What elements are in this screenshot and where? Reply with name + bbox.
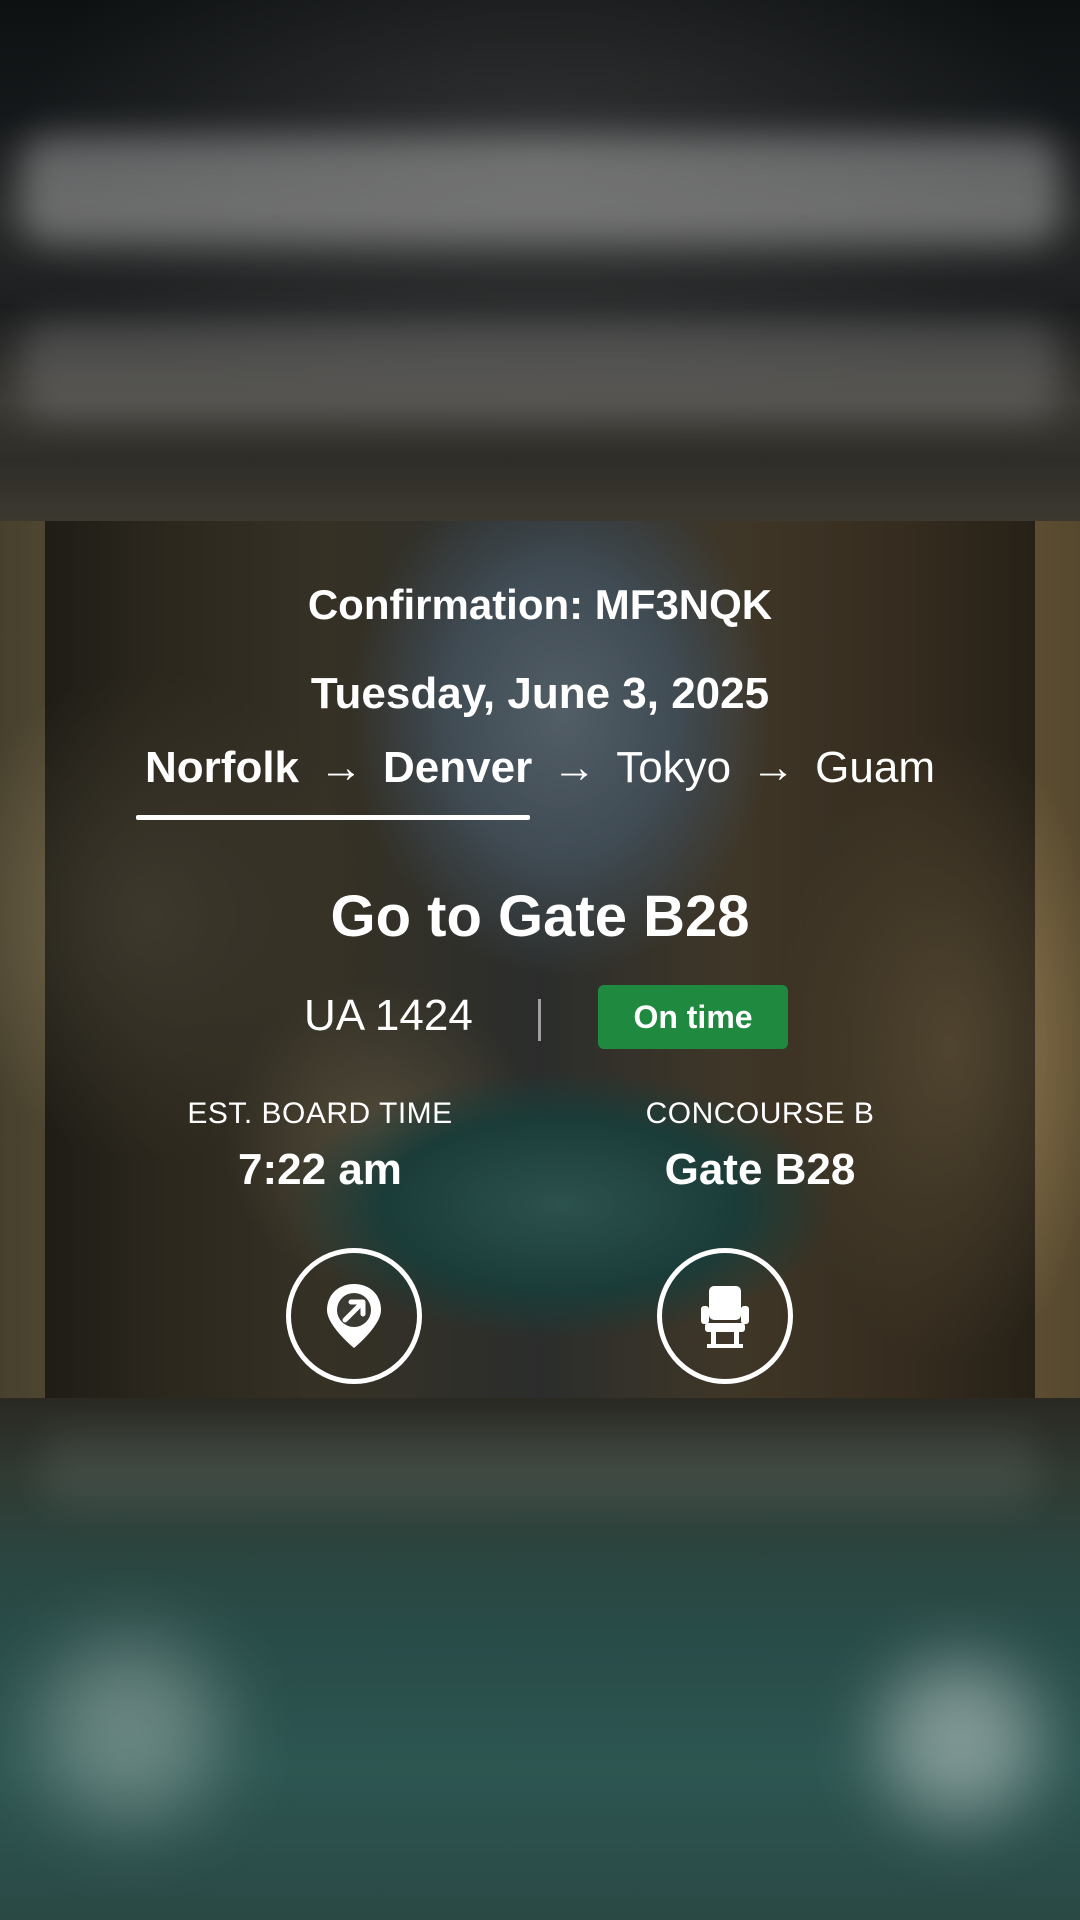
flight-divider: [538, 999, 541, 1041]
route-arrow-icon: →: [751, 743, 796, 792]
card-edge-left: [0, 521, 45, 1398]
flight-row: UA 1424 On time: [0, 985, 1080, 1049]
trip-date: Tuesday, June 3, 2025: [310, 669, 770, 718]
gate-headline: Go to Gate B28: [330, 884, 750, 949]
route-arrow-icon: →: [319, 743, 364, 792]
board-time-value: 7:22 am: [238, 1145, 402, 1194]
blurred-highlight-right: [880, 1660, 1040, 1820]
route-stop-norfolk: Norfolk: [145, 743, 300, 792]
blurred-bottom-band: [40, 1430, 1040, 1510]
blurred-header-subtext: [20, 320, 1060, 420]
card-dim-overlay: [45, 521, 1035, 1398]
route-stop-guam: Guam: [815, 743, 935, 792]
card-edge-right: [1035, 521, 1080, 1398]
directions-button[interactable]: [286, 1248, 422, 1384]
route-arrow-icon: →: [552, 743, 597, 792]
blurred-highlight-left: [40, 1640, 220, 1820]
concourse-label: CONCOURSE B: [645, 1097, 875, 1130]
route-itinerary: Norfolk → Denver → Tokyo → Guam: [0, 743, 1080, 793]
screen-background: Confirmation: MF3NQK Tuesday, June 3, 20…: [0, 0, 1080, 1920]
flight-status-card: Confirmation: MF3NQK Tuesday, June 3, 20…: [0, 521, 1080, 1398]
directions-pin-icon: [323, 1280, 385, 1352]
route-progress-underline: [136, 815, 530, 820]
flight-number: UA 1424: [304, 991, 473, 1040]
status-badge: On time: [598, 985, 788, 1049]
gate-value: Gate B28: [664, 1145, 856, 1194]
route-stop-tokyo: Tokyo: [616, 743, 732, 792]
blurred-header-text: [20, 135, 1060, 245]
route-stop-denver: Denver: [383, 743, 533, 792]
confirmation-code: Confirmation: MF3NQK: [307, 581, 773, 628]
seat-button[interactable]: [657, 1248, 793, 1384]
board-time-label: EST. BOARD TIME: [187, 1097, 453, 1130]
seat-icon: [697, 1282, 753, 1350]
